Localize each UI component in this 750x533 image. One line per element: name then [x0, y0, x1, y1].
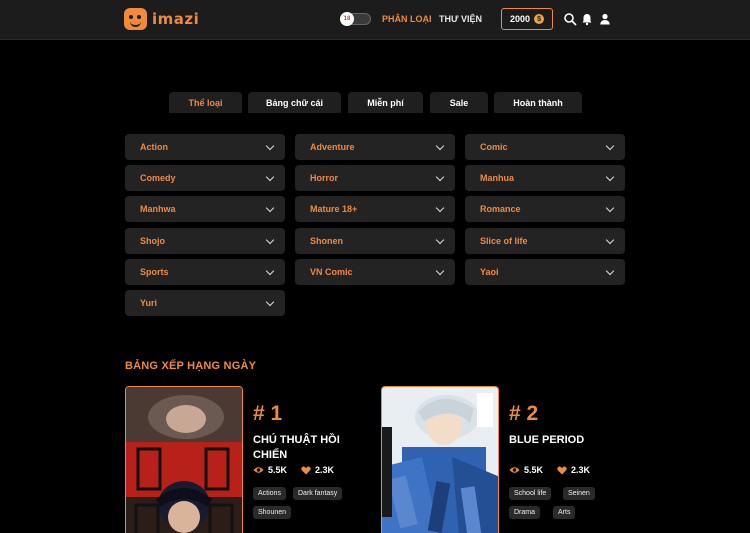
- chevron-down-icon: [265, 297, 275, 306]
- rank-number: # 2: [509, 402, 539, 425]
- tag-chip[interactable]: Arts: [553, 506, 576, 519]
- eye-icon: [253, 467, 264, 473]
- likes-count: 2.3K: [315, 465, 335, 475]
- cover-image-blue-period[interactable]: [381, 386, 499, 533]
- rank-number: # 1: [253, 402, 283, 425]
- user-icon[interactable]: [598, 12, 612, 26]
- chevron-down-icon: [435, 266, 445, 275]
- tag-chip[interactable]: Actions: [253, 487, 286, 500]
- genre-label: Romance: [480, 204, 521, 214]
- tab-sale[interactable]: Sale: [430, 92, 488, 113]
- cover-image-jujutsu-kaisen[interactable]: [125, 386, 243, 533]
- genre-label: Manhua: [480, 173, 515, 183]
- heart-icon: [301, 466, 311, 474]
- chevron-down-icon: [265, 172, 275, 181]
- manga-stats: 5.5K 2.3K: [509, 465, 590, 475]
- tag-chip[interactable]: Drama: [509, 506, 541, 519]
- tab-free[interactable]: Miễn phí: [348, 92, 423, 113]
- chevron-down-icon: [265, 141, 275, 150]
- nav-categories[interactable]: PHÂN LOẠI: [382, 14, 432, 24]
- coin-balance-button[interactable]: 2000 $: [501, 8, 553, 30]
- views-stat: 5.5K: [253, 465, 287, 475]
- genre-label: Horror: [310, 173, 339, 183]
- chevron-down-icon: [435, 141, 445, 150]
- top-header: imazi 18 PHÂN LOẠI THƯ VIỆN 2000 $: [0, 0, 750, 40]
- chevron-down-icon: [605, 266, 615, 275]
- genre-label: Yaoi: [480, 267, 499, 277]
- genre-adventure[interactable]: Adventure: [295, 134, 455, 160]
- genre-label: Comedy: [140, 173, 176, 183]
- genre-label: Comic: [480, 142, 508, 152]
- chevron-down-icon: [435, 235, 445, 244]
- genre-yaoi[interactable]: Yaoi: [465, 259, 625, 285]
- genre-horror[interactable]: Horror: [295, 165, 455, 191]
- manga-title-link[interactable]: CHÚ THUẬT HỒI CHIẾN: [253, 433, 363, 463]
- genre-manhwa[interactable]: Manhwa: [125, 196, 285, 222]
- chevron-down-icon: [605, 141, 615, 150]
- genre-label: Slice of life: [480, 236, 528, 246]
- logo-icon: [124, 8, 147, 30]
- genre-label: Shojo: [140, 236, 165, 246]
- genre-romance[interactable]: Romance: [465, 196, 625, 222]
- coin-amount: 2000: [509, 14, 531, 24]
- brand-logo[interactable]: imazi: [124, 8, 199, 30]
- coin-icon: $: [534, 14, 545, 24]
- genre-slice-of-life[interactable]: Slice of life: [465, 228, 625, 254]
- genre-label: VN Comic: [310, 267, 353, 277]
- genre-label: Adventure: [310, 142, 355, 152]
- genre-mature[interactable]: Mature 18+: [295, 196, 455, 222]
- chevron-down-icon: [265, 235, 275, 244]
- daily-ranking-title: BẢNG XẾP HẠNG NGÀY: [125, 360, 257, 372]
- bell-icon[interactable]: [580, 12, 594, 26]
- manga-title-link[interactable]: BLUE PERIOD: [509, 433, 619, 448]
- chevron-down-icon: [435, 172, 445, 181]
- cover-art: [382, 387, 498, 533]
- genre-comic[interactable]: Comic: [465, 134, 625, 160]
- genre-label: Shonen: [310, 236, 343, 246]
- tab-genre[interactable]: Thể loại: [169, 92, 242, 113]
- views-stat: 5.5K: [509, 465, 543, 475]
- genre-action[interactable]: Action: [125, 134, 285, 160]
- genre-vn-comic[interactable]: VN Comic: [295, 259, 455, 285]
- tab-completed[interactable]: Hoàn thành: [494, 92, 582, 113]
- age-filter-toggle[interactable]: 18: [340, 12, 371, 26]
- chevron-down-icon: [435, 203, 445, 212]
- age-badge: 18: [340, 12, 354, 26]
- genre-comedy[interactable]: Comedy: [125, 165, 285, 191]
- search-icon[interactable]: [563, 12, 577, 26]
- genre-label: Action: [140, 142, 168, 152]
- tag-chip[interactable]: Shounen: [253, 506, 292, 519]
- genre-label: Sports: [140, 267, 169, 277]
- genre-shonen[interactable]: Shonen: [295, 228, 455, 254]
- genre-label: Yuri: [140, 298, 158, 308]
- tag-chip[interactable]: Seinen: [563, 487, 595, 500]
- likes-count: 2.3K: [571, 465, 591, 475]
- chevron-down-icon: [265, 203, 275, 212]
- genre-manhua[interactable]: Manhua: [465, 165, 625, 191]
- cover-art: [126, 387, 242, 533]
- genre-sports[interactable]: Sports: [125, 259, 285, 285]
- chevron-down-icon: [605, 172, 615, 181]
- genre-label: Mature 18+: [310, 204, 358, 214]
- heart-icon: [557, 466, 567, 474]
- manga-stats: 5.5K 2.3K: [253, 465, 334, 475]
- tag-chip[interactable]: Dark fantasy: [293, 487, 343, 500]
- views-count: 5.5K: [268, 465, 288, 475]
- chevron-down-icon: [605, 235, 615, 244]
- likes-stat: 2.3K: [301, 465, 334, 475]
- eye-icon: [509, 467, 520, 473]
- genre-shojo[interactable]: Shojo: [125, 228, 285, 254]
- tag-chip[interactable]: School life: [509, 487, 552, 500]
- nav-library[interactable]: THƯ VIỆN: [439, 14, 482, 24]
- brand-name: imazi: [152, 10, 200, 28]
- genre-yuri[interactable]: Yuri: [125, 290, 285, 316]
- views-count: 5.5K: [524, 465, 544, 475]
- chevron-down-icon: [265, 266, 275, 275]
- likes-stat: 2.3K: [557, 465, 590, 475]
- genre-label: Manhwa: [140, 204, 176, 214]
- tab-alphabet[interactable]: Bảng chữ cái: [248, 92, 341, 113]
- chevron-down-icon: [605, 203, 615, 212]
